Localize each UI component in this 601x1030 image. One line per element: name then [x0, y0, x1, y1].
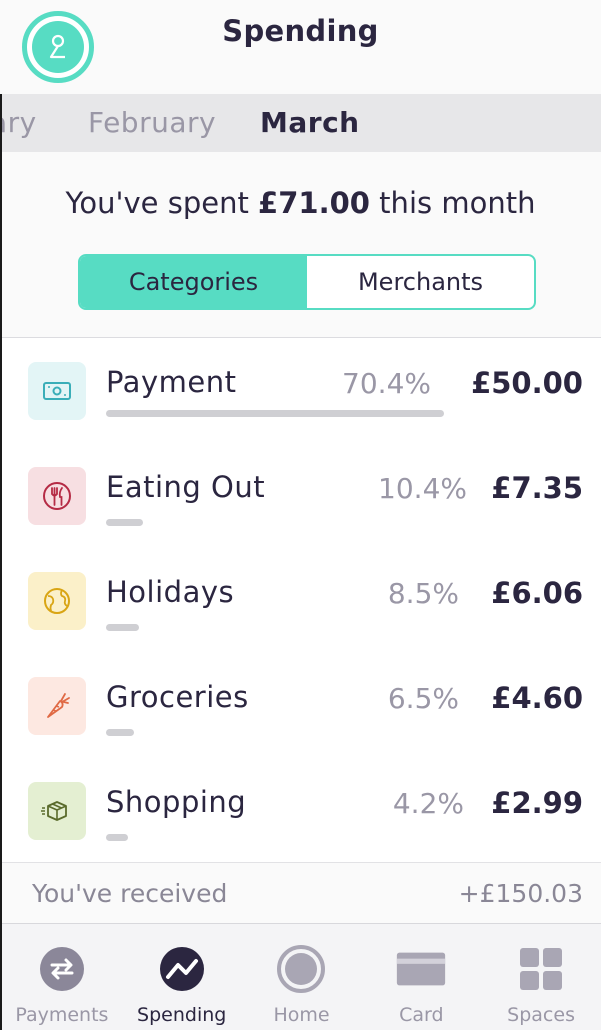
spending-summary: You've spent £71.00 this month [0, 186, 601, 220]
category-name: Groceries [106, 680, 249, 714]
category-amount: £2.99 [491, 786, 583, 820]
categories-toggle-button[interactable]: Categories [80, 256, 307, 308]
bottom-tab-bar: Payments Spending Home Card Spaces [2, 923, 601, 1030]
category-row-eating-out[interactable]: Eating Out 10.4% £7.35 [2, 443, 601, 548]
category-share-bar [106, 410, 444, 417]
category-percent: 8.5% [387, 577, 459, 610]
category-row-groceries[interactable]: Groceries 6.5% £4.60 [2, 653, 601, 758]
category-name: Eating Out [106, 470, 266, 504]
category-share-fill [106, 410, 444, 417]
category-share-fill [106, 624, 139, 631]
month-tab-march[interactable]: March [260, 106, 360, 139]
category-name: Holidays [106, 575, 235, 609]
category-amount: £7.35 [491, 471, 583, 505]
page-title: Spending [222, 14, 379, 48]
tab-spaces[interactable]: Spaces [481, 924, 601, 1030]
tab-label: Spending [137, 1004, 227, 1026]
received-amount: +£150.03 [458, 879, 583, 908]
summary-suffix: this month [369, 186, 536, 220]
category-amount: £4.60 [491, 681, 583, 715]
category-amount: £50.00 [471, 366, 583, 400]
tab-label: Spaces [507, 1004, 575, 1026]
summary-amount: £71.00 [258, 186, 370, 220]
category-share-bar [106, 519, 444, 526]
category-percent: 70.4% [342, 367, 431, 400]
month-tab-previous-partial[interactable]: ary [2, 106, 37, 139]
category-list: Payment 70.4% £50.00 Eating Out 10.4% £7… [2, 338, 601, 863]
category-percent: 10.4% [378, 472, 467, 505]
category-share-bar [106, 729, 444, 736]
month-tab-february[interactable]: February [88, 106, 216, 139]
view-toggle: Categories Merchants [78, 254, 536, 310]
grid-icon [516, 944, 566, 994]
globe-icon [28, 572, 86, 630]
category-name: Shopping [106, 785, 247, 819]
merchants-toggle-button[interactable]: Merchants [307, 256, 534, 308]
home-ring-icon [276, 944, 326, 994]
tab-label: Home [273, 1004, 330, 1026]
received-row[interactable]: You've received +£150.03 [2, 863, 601, 923]
tab-label: Card [399, 1004, 444, 1026]
category-percent: 4.2% [392, 787, 464, 820]
category-share-fill [106, 834, 128, 841]
tab-spending[interactable]: Spending [122, 924, 242, 1030]
month-selector[interactable]: ary February March [2, 94, 601, 152]
category-name: Payment [106, 365, 237, 399]
package-icon [28, 782, 86, 840]
swap-arrows-icon [37, 944, 87, 994]
trend-line-icon [157, 944, 207, 994]
tab-label: Payments [15, 1004, 109, 1026]
category-share-fill [106, 519, 143, 526]
card-icon [396, 944, 446, 994]
tab-home[interactable]: Home [242, 924, 362, 1030]
summary-prefix: You've spent [65, 186, 259, 220]
category-share-bar [106, 834, 444, 841]
fork-knife-icon [28, 467, 86, 525]
category-share-fill [106, 729, 134, 736]
category-share-bar [106, 624, 444, 631]
header: Spending [0, 0, 601, 94]
category-row-payment[interactable]: Payment 70.4% £50.00 [2, 338, 601, 443]
tab-payments[interactable]: Payments [2, 924, 122, 1030]
category-row-holidays[interactable]: Holidays 8.5% £6.06 [2, 548, 601, 653]
carrot-icon [28, 677, 86, 735]
tab-card[interactable]: Card [361, 924, 481, 1030]
category-amount: £6.06 [491, 576, 583, 610]
category-percent: 6.5% [387, 682, 459, 715]
cash-icon [28, 362, 86, 420]
category-row-shopping[interactable]: Shopping 4.2% £2.99 [2, 758, 601, 863]
received-label: You've received [32, 879, 228, 908]
